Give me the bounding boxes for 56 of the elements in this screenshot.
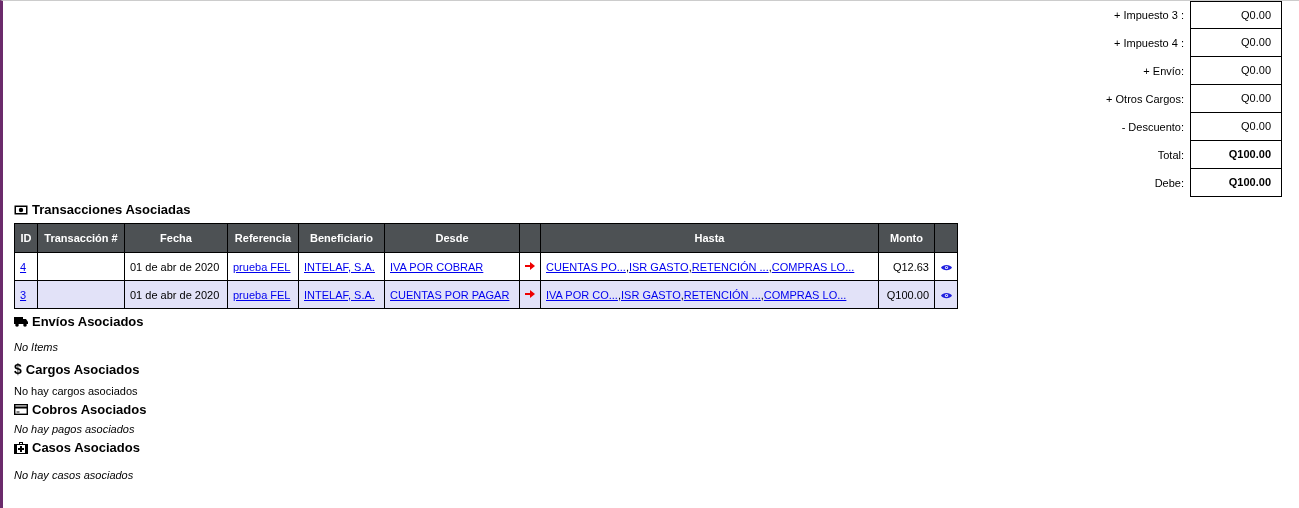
total-label: + Impuesto 4 : [1113, 37, 1185, 49]
arrow-right-icon [525, 260, 535, 271]
table-cell: Q100.00 [886, 288, 929, 301]
empty-message: No hay cargos asociados [14, 385, 139, 397]
total-value: Q100.00 [1190, 169, 1282, 197]
total-value: Q0.00 [1190, 57, 1282, 85]
total-label: - Descuento: [1120, 121, 1185, 133]
column-header: Referencia [227, 223, 299, 253]
column-header: Transacción # [37, 223, 125, 253]
column-header: Fecha [124, 223, 228, 253]
truck-icon [14, 316, 28, 327]
column-header: Beneficiario [298, 223, 385, 253]
credit-card-icon [14, 404, 28, 415]
total-value: Q0.00 [1190, 1, 1282, 29]
separator: , [688, 260, 692, 273]
table-cell: 01 de abr de 2020 [130, 260, 220, 273]
empty-message: No hay pagos asociados [14, 423, 136, 435]
separator: , [680, 288, 684, 301]
arrow-right-icon [525, 288, 535, 299]
total-value: Q0.00 [1190, 29, 1282, 57]
column-header: Desde [384, 223, 520, 253]
table-cell: 01 de abr de 2020 [130, 288, 220, 301]
total-value: Q0.00 [1190, 85, 1282, 113]
eye-icon[interactable] [940, 263, 952, 271]
id-link[interactable]: 4 [20, 260, 27, 273]
empty-message: No hay casos asociados [14, 469, 135, 481]
empty-message: No Items [14, 341, 59, 353]
separator: , [617, 288, 621, 301]
separator: , [625, 260, 629, 273]
section-title: Casos Asociados [32, 440, 140, 455]
total-label: + Envío: [1142, 65, 1185, 77]
total-label: + Otros Cargos: [1105, 93, 1185, 105]
section-title: Cargos Asociados [25, 361, 140, 377]
separator: , [760, 288, 764, 301]
separator: , [768, 260, 772, 273]
column-header: ID [14, 223, 38, 253]
eye-icon[interactable] [940, 291, 952, 299]
table-cell: Q12.63 [892, 260, 929, 273]
account-link[interactable]: ISR GASTO [628, 260, 689, 273]
total-value: Q100.00 [1190, 141, 1282, 169]
account-link[interactable]: ISR GASTO [621, 288, 681, 301]
total-label: Total: [1156, 149, 1185, 161]
total-label: + Impuesto 3 : [1113, 9, 1185, 21]
account-link[interactable]: CUENTAS PO... [546, 260, 626, 273]
money-icon [14, 204, 28, 215]
account-link[interactable]: IVA POR CO... [546, 288, 618, 301]
dollar-icon: $ [14, 361, 22, 377]
section-title: Cobros Asociados [32, 402, 147, 417]
column-header: Hasta [540, 223, 879, 253]
section-title: Envíos Asociados [32, 314, 144, 329]
medical-kit-icon [14, 441, 28, 454]
total-value: Q0.00 [1190, 113, 1282, 141]
section-title: Transacciones Asociadas [32, 202, 191, 217]
column-header: Monto [878, 223, 935, 253]
id-link[interactable]: 3 [20, 288, 27, 301]
total-label: Debe: [1153, 177, 1185, 189]
